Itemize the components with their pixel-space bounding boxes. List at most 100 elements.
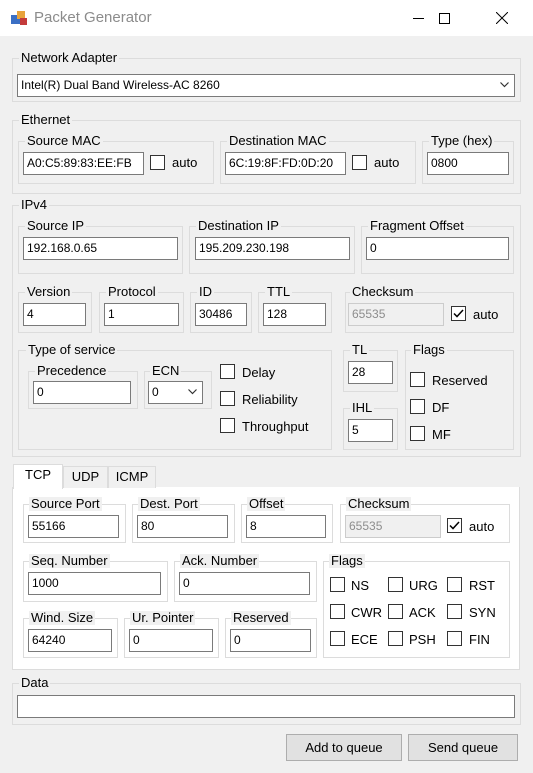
- tcp-flags-label: Flags: [329, 553, 365, 568]
- window-size-label: Wind. Size: [29, 610, 96, 625]
- close-button[interactable]: [479, 0, 525, 36]
- seq-number-input[interactable]: 1000: [28, 572, 161, 595]
- ihl-label: IHL: [350, 400, 375, 415]
- rst-flag-label: RST: [469, 578, 495, 593]
- cwr-flag-checkbox[interactable]: [330, 604, 345, 619]
- syn-flag-checkbox[interactable]: [447, 604, 462, 619]
- id-label: ID: [197, 284, 214, 299]
- protocol-input[interactable]: 1: [104, 303, 179, 326]
- source-ip-input[interactable]: 192.168.0.65: [23, 237, 178, 260]
- ipv4-checksum-input[interactable]: 65535: [348, 303, 444, 326]
- ipv4-checksum-auto-label: auto: [473, 307, 499, 322]
- tcp-reserved-input[interactable]: 0: [230, 629, 311, 652]
- ack-number-label: Ack. Number: [180, 553, 260, 568]
- tab-udp[interactable]: UDP: [63, 466, 108, 488]
- ece-flag-checkbox[interactable]: [330, 631, 345, 646]
- source-mac-auto-label: auto: [172, 155, 198, 170]
- fin-flag-checkbox[interactable]: [447, 631, 462, 646]
- data-input[interactable]: [17, 695, 515, 718]
- tcp-checksum-input[interactable]: 65535: [345, 515, 441, 538]
- type-label: Type (hex): [429, 133, 495, 148]
- ttl-label: TTL: [265, 284, 293, 299]
- fragment-offset-input[interactable]: 0: [366, 237, 509, 260]
- protocol-label: Protocol: [106, 284, 158, 299]
- destination-mac-label: Destination MAC: [227, 133, 329, 148]
- tab-tcp[interactable]: TCP: [13, 464, 63, 489]
- network-adapter-value: Intel(R) Dual Band Wireless-AC 8260: [21, 78, 220, 92]
- tcp-checksum-auto-checkbox[interactable]: [447, 518, 462, 533]
- ipv4-flags-label: Flags: [411, 342, 447, 357]
- precedence-input[interactable]: 0: [33, 381, 131, 404]
- psh-flag-checkbox[interactable]: [388, 631, 403, 646]
- rst-flag-checkbox[interactable]: [447, 577, 462, 592]
- mf-flag-label: MF: [432, 427, 451, 442]
- ack-flag-checkbox[interactable]: [388, 604, 403, 619]
- cwr-flag-label: CWR: [351, 605, 383, 620]
- data-label: Data: [19, 675, 51, 690]
- ihl-input[interactable]: 5: [348, 419, 393, 442]
- source-port-input[interactable]: 55166: [28, 515, 119, 538]
- mf-flag-checkbox[interactable]: [410, 426, 425, 441]
- offset-input[interactable]: 8: [246, 515, 326, 538]
- tl-label: TL: [350, 342, 370, 357]
- source-port-label: Source Port: [29, 496, 102, 511]
- destination-ip-input[interactable]: 195.209.230.198: [195, 237, 350, 260]
- df-flag-checkbox[interactable]: [410, 399, 425, 414]
- window-size-input[interactable]: 64240: [28, 629, 112, 652]
- ack-number-input[interactable]: 0: [179, 572, 310, 595]
- seq-number-label: Seq. Number: [29, 553, 110, 568]
- destination-mac-auto-checkbox[interactable]: [352, 155, 367, 170]
- tl-input[interactable]: 28: [348, 361, 393, 384]
- type-of-service-label: Type of service: [26, 342, 118, 357]
- throughput-label: Throughput: [242, 419, 309, 434]
- title-bar: Packet Generator: [0, 0, 533, 36]
- precedence-label: Precedence: [35, 363, 109, 378]
- ttl-input[interactable]: 128: [263, 303, 326, 326]
- ipv4-checksum-auto-checkbox[interactable]: [451, 306, 466, 321]
- version-label: Version: [25, 284, 73, 299]
- source-mac-input[interactable]: A0:C5:89:83:EE:FB: [23, 152, 144, 175]
- id-input[interactable]: 30486: [195, 303, 247, 326]
- maximize-icon: [438, 12, 450, 24]
- send-queue-button[interactable]: Send queue: [408, 734, 518, 761]
- df-flag-label: DF: [432, 400, 450, 415]
- ns-flag-checkbox[interactable]: [330, 577, 345, 592]
- fragment-offset-label: Fragment Offset: [368, 218, 466, 233]
- type-input[interactable]: 0800: [427, 152, 509, 175]
- checkmark-icon: [453, 309, 464, 318]
- tab-icmp[interactable]: ICMP: [108, 466, 156, 488]
- reliability-label: Reliability: [242, 392, 298, 407]
- delay-label: Delay: [242, 365, 276, 380]
- ack-flag-label: ACK: [409, 605, 436, 620]
- dest-port-input[interactable]: 80: [137, 515, 228, 538]
- network-adapter-label: Network Adapter: [19, 50, 120, 65]
- ecn-label: ECN: [150, 363, 182, 378]
- urg-flag-checkbox[interactable]: [388, 577, 403, 592]
- checkmark-icon: [449, 521, 460, 530]
- psh-flag-label: PSH: [409, 632, 436, 647]
- close-icon: [496, 12, 508, 24]
- syn-flag-label: SYN: [469, 605, 496, 620]
- add-to-queue-button[interactable]: Add to queue: [286, 734, 402, 761]
- reserved-flag-checkbox[interactable]: [410, 372, 425, 387]
- network-adapter-select[interactable]: Intel(R) Dual Band Wireless-AC 8260: [17, 74, 515, 97]
- tcp-checksum-auto-label: auto: [469, 519, 495, 534]
- source-mac-auto-checkbox[interactable]: [150, 155, 165, 170]
- maximize-button[interactable]: [421, 0, 467, 36]
- fin-flag-label: FIN: [469, 632, 490, 647]
- reliability-checkbox[interactable]: [220, 391, 235, 406]
- tcp-reserved-label: Reserved: [231, 610, 291, 625]
- delay-checkbox[interactable]: [220, 364, 235, 379]
- destination-mac-input[interactable]: 6C:19:8F:FD:0D:20: [225, 152, 346, 175]
- urgent-pointer-input[interactable]: 0: [129, 629, 213, 652]
- offset-label: Offset: [247, 496, 286, 511]
- ecn-value: 0: [152, 385, 159, 399]
- chevron-down-icon: [188, 389, 197, 395]
- dest-port-label: Dest. Port: [138, 496, 200, 511]
- ecn-select[interactable]: 0: [148, 381, 203, 404]
- ipv4-label: IPv4: [19, 197, 50, 212]
- ns-flag-label: NS: [351, 578, 370, 593]
- throughput-checkbox[interactable]: [220, 418, 235, 433]
- app-icon: [11, 11, 27, 25]
- version-input[interactable]: 4: [23, 303, 86, 326]
